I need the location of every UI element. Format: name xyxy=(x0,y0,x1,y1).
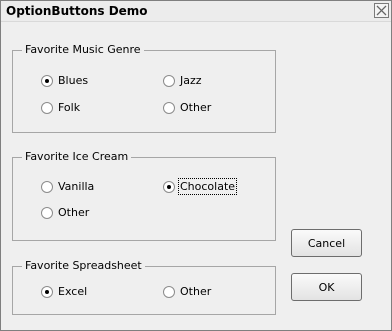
radio-button[interactable] xyxy=(163,101,175,114)
music-option-blues[interactable]: Blues xyxy=(41,74,88,87)
spreadsheet-group: Favorite Spreadsheet Excel Other xyxy=(12,259,276,315)
option-label: Jazz xyxy=(180,74,202,87)
option-label: Chocolate xyxy=(177,178,238,195)
ice-cream-option-vanilla[interactable]: Vanilla xyxy=(41,180,94,193)
window-title: OptionButtons Demo xyxy=(6,4,148,18)
radio-button[interactable] xyxy=(41,101,53,114)
option-label: Folk xyxy=(58,101,81,114)
music-genre-group: Favorite Music Genre Blues Jazz Folk Oth… xyxy=(12,43,276,133)
ice-cream-group: Favorite Ice Cream Vanilla Chocolate Oth… xyxy=(12,150,276,241)
radio-button[interactable] xyxy=(163,285,175,298)
option-label: Other xyxy=(58,206,90,219)
option-label: Other xyxy=(180,101,212,114)
cancel-button[interactable]: Cancel xyxy=(291,229,362,257)
close-button[interactable] xyxy=(374,3,389,18)
music-option-jazz[interactable]: Jazz xyxy=(163,74,202,87)
radio-button[interactable] xyxy=(41,180,53,193)
option-label: Vanilla xyxy=(58,180,95,193)
ice-cream-option-chocolate[interactable]: Chocolate xyxy=(163,178,238,195)
spreadsheet-option-excel[interactable]: Excel xyxy=(41,285,87,298)
spreadsheet-option-other[interactable]: Other xyxy=(163,285,211,298)
dialog-window: OptionButtons Demo Favorite Music Genre … xyxy=(0,0,392,331)
music-genre-legend: Favorite Music Genre xyxy=(22,43,144,56)
title-bar: OptionButtons Demo xyxy=(1,1,391,22)
radio-button[interactable] xyxy=(163,74,175,87)
music-option-other[interactable]: Other xyxy=(163,101,211,114)
ok-button[interactable]: OK xyxy=(291,273,362,301)
radio-button[interactable] xyxy=(41,285,53,298)
spreadsheet-legend: Favorite Spreadsheet xyxy=(22,259,145,272)
ice-cream-option-other[interactable]: Other xyxy=(41,206,89,219)
radio-button[interactable] xyxy=(41,206,53,219)
radio-button[interactable] xyxy=(163,180,175,193)
close-icon xyxy=(376,5,387,16)
option-label: Other xyxy=(180,285,212,298)
radio-button[interactable] xyxy=(41,74,53,87)
option-label: Excel xyxy=(58,285,88,298)
option-label: Blues xyxy=(58,74,89,87)
music-option-folk[interactable]: Folk xyxy=(41,101,80,114)
ice-cream-legend: Favorite Ice Cream xyxy=(22,150,132,163)
